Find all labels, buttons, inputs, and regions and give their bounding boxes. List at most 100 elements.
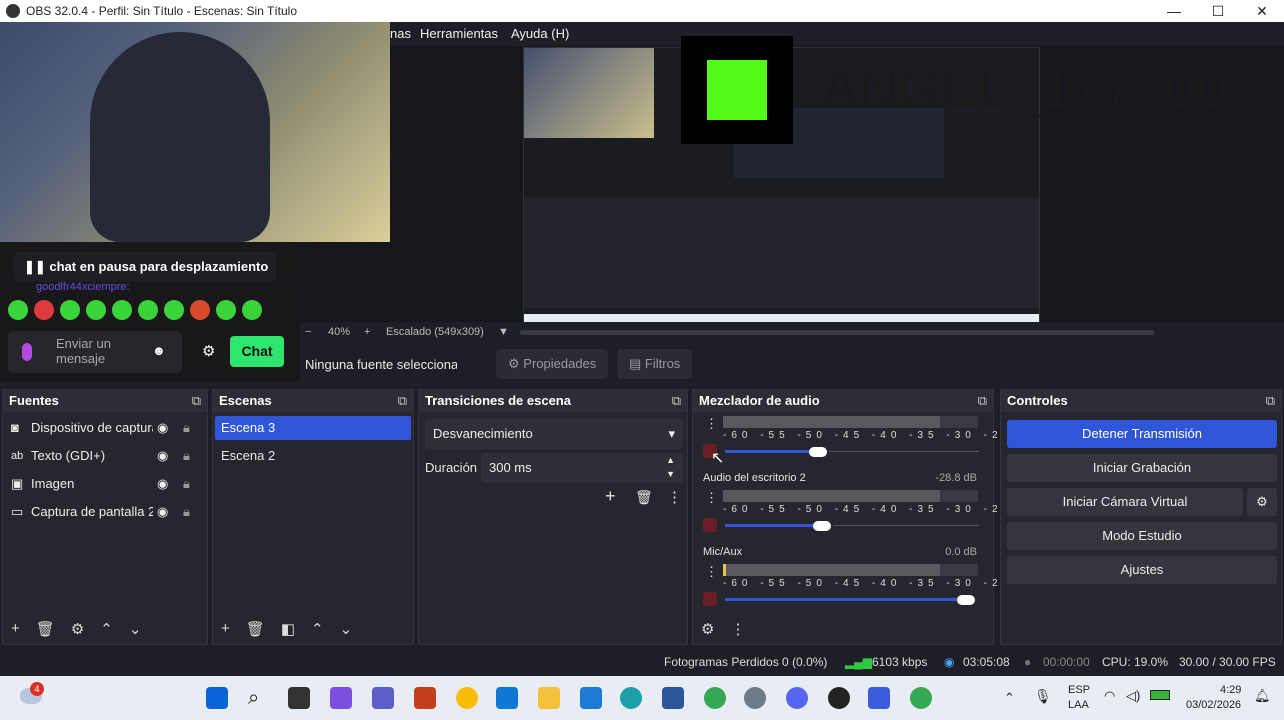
- tray-chevron-icon[interactable]: ⌃: [1004, 690, 1015, 706]
- source-item-text[interactable]: ab Texto (GDI+) ◉ 🔒︎: [3, 442, 207, 470]
- copilot-icon[interactable]: [330, 687, 352, 709]
- chat-input[interactable]: Enviar un mensaje ☻: [8, 331, 182, 373]
- outlook-icon[interactable]: [496, 687, 518, 709]
- source-item-screen[interactable]: ▭ Captura de pantalla 2 ◉ 🔒︎: [3, 498, 207, 526]
- add-icon[interactable]: +: [221, 620, 230, 638]
- file-explorer-icon[interactable]: [538, 687, 560, 709]
- emote-icon[interactable]: [242, 300, 262, 320]
- clock-date[interactable]: 03/02/2026: [1186, 699, 1241, 711]
- spin-arrows-icon[interactable]: ▲ ▼: [666, 453, 675, 481]
- emote-icon[interactable]: [8, 300, 28, 320]
- mute-speaker-icon[interactable]: [703, 518, 717, 532]
- emote-icon[interactable]: [216, 300, 236, 320]
- lock-icon[interactable]: 🔒︎: [183, 470, 190, 498]
- lock-icon[interactable]: 🔒︎: [183, 442, 190, 470]
- settings-gear-icon[interactable]: [744, 687, 766, 709]
- chat-send-button[interactable]: Chat: [230, 336, 284, 367]
- menu-item-herramientas[interactable]: Herramientas: [420, 26, 498, 41]
- emote-icon[interactable]: [86, 300, 106, 320]
- emote-icon[interactable]: [138, 300, 158, 320]
- settings-button[interactable]: Ajustes: [1007, 556, 1277, 584]
- dock-popout-icon[interactable]: ⧉: [1266, 390, 1275, 412]
- filters-button[interactable]: ▤ Filtros: [617, 349, 693, 379]
- volume-slider-knob[interactable]: [809, 447, 827, 457]
- battery-icon[interactable]: [1150, 690, 1170, 700]
- clock-time[interactable]: 4:29: [1220, 684, 1241, 696]
- menu-item-ayuda[interactable]: Ayuda (H): [511, 26, 569, 41]
- app-icon[interactable]: [868, 687, 890, 709]
- emoji-icon[interactable]: ☻: [152, 343, 166, 358]
- trash-icon[interactable]: 🗑︎: [36, 620, 55, 638]
- more-menu-icon[interactable]: ⋮: [667, 488, 682, 506]
- powerpoint-icon[interactable]: [414, 687, 436, 709]
- volume-slider-knob[interactable]: [957, 595, 975, 605]
- source-item-capture[interactable]: ◙ Dispositivo de captura ◉ 🔒︎: [3, 414, 207, 442]
- channel-menu-icon[interactable]: ⋮: [705, 416, 718, 432]
- zoom-in-button[interactable]: +: [364, 326, 370, 338]
- emote-icon[interactable]: [112, 300, 132, 320]
- store-icon[interactable]: [580, 687, 602, 709]
- stop-streaming-button[interactable]: Detener Transmisión: [1007, 420, 1277, 448]
- transition-select[interactable]: Desvanecimiento ▾: [425, 419, 683, 449]
- teams-icon[interactable]: [372, 687, 394, 709]
- add-icon[interactable]: +: [11, 620, 20, 638]
- chrome-icon[interactable]: [704, 687, 726, 709]
- obs-icon[interactable]: [828, 687, 850, 709]
- scale-dropdown-icon[interactable]: ▼: [498, 326, 509, 338]
- down-icon[interactable]: ⌄: [129, 620, 142, 638]
- add-icon[interactable]: +: [605, 486, 616, 507]
- volume-slider[interactable]: [725, 450, 819, 453]
- discord-icon[interactable]: [786, 687, 808, 709]
- dock-popout-icon[interactable]: ⧉: [398, 390, 407, 412]
- close-button[interactable]: ✕: [1240, 0, 1284, 22]
- word-icon[interactable]: [662, 687, 684, 709]
- language-bottom[interactable]: LAA: [1068, 699, 1089, 711]
- start-virtual-camera-button[interactable]: Iniciar Cámara Virtual: [1007, 488, 1243, 516]
- up-icon[interactable]: ⌃: [311, 620, 324, 638]
- edge-icon[interactable]: [620, 687, 642, 709]
- visibility-eye-icon[interactable]: ◉: [157, 442, 168, 470]
- advanced-audio-gear-icon[interactable]: ⚙: [701, 620, 714, 638]
- windows-start-icon[interactable]: [206, 687, 228, 709]
- minimize-button[interactable]: —: [1152, 0, 1196, 22]
- microphone-icon[interactable]: 🎙︎: [1034, 688, 1052, 705]
- notifications-icon[interactable]: 🔔︎: [1254, 688, 1271, 704]
- zoom-out-button[interactable]: −: [305, 326, 311, 338]
- emote-icon[interactable]: [34, 300, 54, 320]
- emote-icon[interactable]: [60, 300, 80, 320]
- duration-spinbox[interactable]: 300 ms ▲ ▼: [481, 453, 683, 483]
- up-icon[interactable]: ⌃: [100, 620, 113, 638]
- volume-slider[interactable]: [725, 598, 967, 601]
- maximize-button[interactable]: ☐: [1196, 0, 1240, 22]
- chat-settings-icon[interactable]: ⚙: [202, 342, 215, 360]
- lock-icon[interactable]: 🔒︎: [183, 414, 190, 442]
- trash-icon[interactable]: 🗑︎: [246, 620, 265, 638]
- chrome-profile-icon[interactable]: [910, 687, 932, 709]
- lock-icon[interactable]: 🔒︎: [183, 498, 190, 526]
- menu-item-escenas[interactable]: nas: [390, 26, 411, 41]
- filter-icon[interactable]: ◧: [281, 620, 295, 638]
- scene-item-selected[interactable]: Escena 3: [215, 416, 411, 440]
- channel-menu-icon[interactable]: ⋮: [705, 490, 718, 506]
- start-recording-button[interactable]: Iniciar Grabación: [1007, 454, 1277, 482]
- visibility-eye-icon[interactable]: ◉: [157, 498, 168, 526]
- visibility-eye-icon[interactable]: ◉: [157, 414, 168, 442]
- dock-popout-icon[interactable]: ⧉: [672, 390, 681, 412]
- scene-item[interactable]: Escena 2: [215, 444, 411, 468]
- dock-popout-icon[interactable]: ⧉: [192, 390, 201, 412]
- studio-mode-button[interactable]: Modo Estudio: [1007, 522, 1277, 550]
- emote-icon[interactable]: [190, 300, 210, 320]
- mute-speaker-icon[interactable]: [703, 592, 717, 606]
- emote-icon[interactable]: [164, 300, 184, 320]
- trash-icon[interactable]: 🗑︎: [635, 489, 653, 506]
- down-icon[interactable]: ⌄: [340, 620, 353, 638]
- chrome-canary-icon[interactable]: [456, 687, 478, 709]
- preview-scrollbar[interactable]: [520, 330, 1154, 335]
- language-top[interactable]: ESP: [1068, 684, 1090, 696]
- more-menu-icon[interactable]: ⋮: [730, 620, 745, 638]
- volume-slider[interactable]: [725, 524, 823, 527]
- source-item-image[interactable]: ▣ Imagen ◉ 🔒︎: [3, 470, 207, 498]
- channel-menu-icon[interactable]: ⋮: [705, 564, 718, 580]
- volume-slider-knob[interactable]: [813, 521, 831, 531]
- volume-icon[interactable]: ◁): [1126, 688, 1140, 704]
